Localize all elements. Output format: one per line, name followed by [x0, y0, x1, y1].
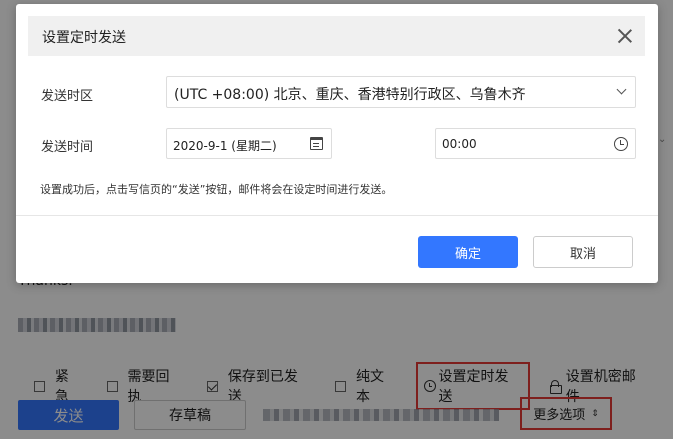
dialog-title: 设置定时发送	[42, 30, 126, 46]
clock-icon[interactable]	[614, 137, 628, 151]
time-value: 00:00	[442, 137, 477, 151]
dialog-header: 设置定时发送	[28, 16, 645, 56]
calendar-icon[interactable]	[310, 137, 323, 150]
time-picker[interactable]: 00:00	[435, 128, 636, 159]
chevron-down-icon	[616, 84, 627, 95]
date-picker[interactable]: 2020-9-1 (星期二)	[166, 128, 332, 159]
dialog-hint: 设置成功后，点击写信页的“发送”按钮，邮件将会在设定时间进行发送。	[40, 183, 393, 196]
send-time-label: 发送时间	[41, 140, 94, 155]
date-value: 2020-9-1 (星期二)	[173, 139, 277, 153]
dialog-divider	[16, 215, 658, 216]
timezone-select[interactable]: (UTC +08:00) 北京、重庆、香港特别行政区、乌鲁木齐	[166, 76, 636, 108]
timezone-value: (UTC +08:00) 北京、重庆、香港特别行政区、乌鲁木齐	[174, 87, 526, 103]
close-icon[interactable]	[617, 28, 633, 44]
confirm-button[interactable]: 确定	[418, 236, 518, 268]
timed-send-dialog: 设置定时发送 发送时区 (UTC +08:00) 北京、重庆、香港特别行政区、乌…	[16, 4, 658, 283]
cancel-button[interactable]: 取消	[533, 236, 633, 268]
timezone-label: 发送时区	[41, 89, 94, 104]
